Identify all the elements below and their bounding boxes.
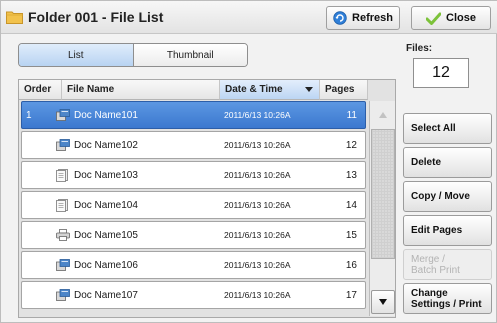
checkmark-icon bbox=[426, 12, 442, 25]
files-count-value: 12 bbox=[413, 58, 469, 88]
row-date-time: 2011/6/13 10:26A bbox=[224, 230, 291, 240]
row-file-name: Doc Name102 bbox=[74, 139, 138, 151]
files-count-label: Files: bbox=[406, 43, 433, 54]
table-row[interactable]: Doc Name106 2011/6/13 10:26A 16 bbox=[21, 251, 366, 279]
change-settings-print-button[interactable]: Change Settings / Print bbox=[403, 283, 492, 314]
row-file-name: Doc Name104 bbox=[74, 199, 138, 211]
column-header-file-name[interactable]: File Name bbox=[62, 80, 220, 100]
row-date-time: 2011/6/13 10:26A bbox=[224, 140, 291, 150]
table-row[interactable]: Doc Name102 2011/6/13 10:26A 12 bbox=[21, 131, 366, 159]
row-date-time: 2011/6/13 10:26A bbox=[224, 200, 291, 210]
window-title: Folder 001 - File List bbox=[28, 9, 164, 25]
row-pages: 16 bbox=[345, 259, 357, 271]
merge-batch-print-button[interactable]: Merge / Batch Print bbox=[403, 249, 492, 280]
close-label: Close bbox=[446, 12, 476, 24]
row-date-time: 2011/6/13 10:26A bbox=[224, 290, 291, 300]
table-row[interactable]: Doc Name107 2011/6/13 10:26A 17 bbox=[21, 281, 366, 309]
triangle-down-icon bbox=[379, 299, 387, 305]
column-header-date-time-label: Date & Time bbox=[225, 84, 283, 95]
edit-pages-button[interactable]: Edit Pages bbox=[403, 215, 492, 246]
table-row[interactable]: Doc Name105 2011/6/13 10:26A 15 bbox=[21, 221, 366, 249]
row-date-time: 2011/6/13 10:26A bbox=[224, 110, 291, 120]
merge-label-line2: Batch Print bbox=[411, 264, 460, 276]
row-date-time: 2011/6/13 10:26A bbox=[224, 260, 291, 270]
row-file-name: Doc Name105 bbox=[74, 229, 138, 241]
tab-thumbnail[interactable]: Thumbnail bbox=[133, 44, 247, 66]
title-bar: Folder 001 - File List Refresh Close bbox=[1, 1, 497, 34]
document-icon bbox=[56, 162, 68, 188]
printer-icon bbox=[56, 222, 70, 248]
scroll-up-button[interactable] bbox=[371, 103, 395, 127]
delete-button[interactable]: Delete bbox=[403, 147, 492, 178]
row-pages: 13 bbox=[345, 169, 357, 181]
vertical-scrollbar[interactable] bbox=[369, 101, 395, 316]
scanned-document-icon bbox=[56, 282, 70, 308]
view-toggle: List Thumbnail bbox=[18, 43, 248, 67]
row-pages: 11 bbox=[346, 109, 357, 121]
row-file-name: Doc Name101 bbox=[74, 109, 138, 121]
file-table: Order File Name Date & Time Pages 1 Doc … bbox=[18, 79, 396, 318]
row-order: 1 bbox=[26, 109, 32, 121]
row-pages: 15 bbox=[345, 229, 357, 241]
change-settings-print-label: Change Settings / Print bbox=[411, 288, 482, 310]
column-header-pages[interactable]: Pages bbox=[320, 80, 368, 100]
scanned-document-icon bbox=[56, 102, 70, 128]
select-all-button[interactable]: Select All bbox=[403, 113, 492, 144]
column-header-order[interactable]: Order bbox=[19, 80, 62, 100]
row-pages: 17 bbox=[345, 289, 357, 301]
document-icon bbox=[56, 192, 68, 218]
copy-move-button[interactable]: Copy / Move bbox=[403, 181, 492, 212]
row-date-time: 2011/6/13 10:26A bbox=[224, 170, 291, 180]
row-pages: 12 bbox=[345, 139, 357, 151]
merge-batch-print-label: Merge / Batch Print bbox=[411, 254, 460, 276]
close-button[interactable]: Close bbox=[411, 6, 491, 30]
tab-list[interactable]: List bbox=[19, 44, 134, 66]
scanned-document-icon bbox=[56, 132, 70, 158]
change-label-line2: Settings / Print bbox=[411, 298, 482, 310]
refresh-icon bbox=[333, 11, 347, 25]
triangle-up-icon bbox=[379, 112, 387, 118]
merge-label-line1: Merge / bbox=[411, 253, 445, 265]
table-row[interactable]: 1 Doc Name101 2011/6/13 10:26A 11 bbox=[21, 101, 366, 129]
row-file-name: Doc Name106 bbox=[74, 259, 138, 271]
folder-icon bbox=[6, 11, 23, 24]
scroll-down-button[interactable] bbox=[371, 290, 395, 314]
sort-descending-icon bbox=[305, 87, 313, 92]
scanned-document-icon bbox=[56, 252, 70, 278]
change-label-line1: Change bbox=[411, 287, 448, 299]
row-file-name: Doc Name103 bbox=[74, 169, 138, 181]
table-row[interactable]: Doc Name104 2011/6/13 10:26A 14 bbox=[21, 191, 366, 219]
file-list-window: Folder 001 - File List Refresh Close Lis… bbox=[0, 0, 497, 323]
scroll-thumb[interactable] bbox=[371, 129, 395, 259]
refresh-label: Refresh bbox=[352, 12, 393, 24]
row-pages: 14 bbox=[345, 199, 357, 211]
table-row[interactable]: Doc Name103 2011/6/13 10:26A 13 bbox=[21, 161, 366, 189]
row-file-name: Doc Name107 bbox=[74, 289, 138, 301]
refresh-button[interactable]: Refresh bbox=[326, 6, 400, 30]
column-header-date-time[interactable]: Date & Time bbox=[220, 80, 320, 100]
